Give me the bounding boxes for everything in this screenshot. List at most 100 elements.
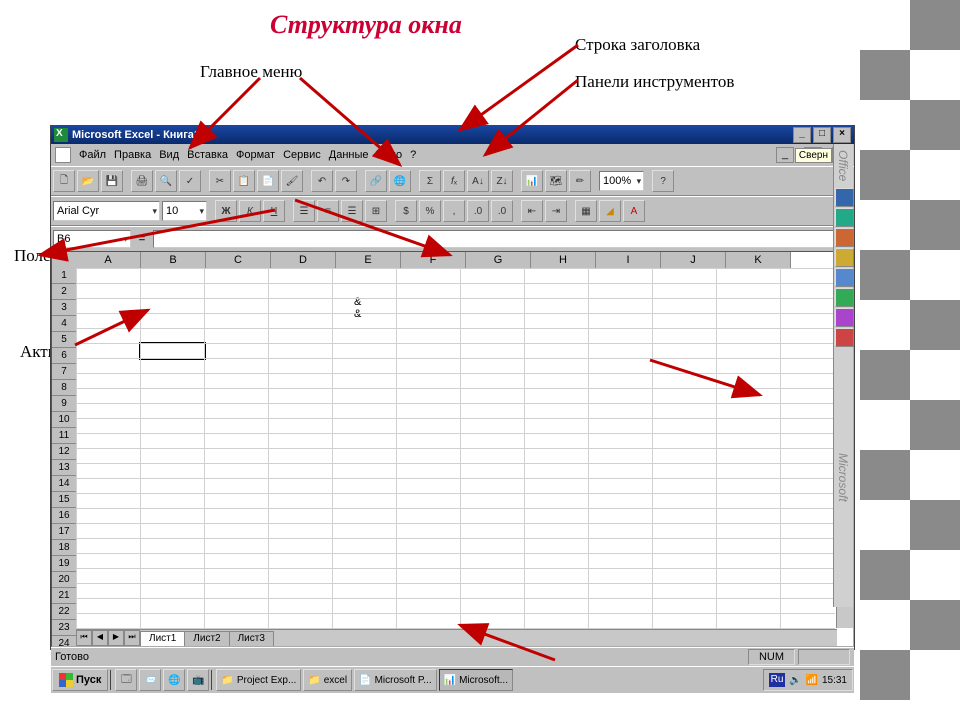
row-header[interactable]: 15	[52, 492, 77, 508]
row-header[interactable]: 5	[52, 332, 77, 348]
tab-next-icon[interactable]: ▶	[108, 630, 124, 646]
row-header[interactable]: 17	[52, 524, 77, 540]
chart-icon[interactable]: 📊	[521, 170, 543, 192]
decrease-indent-icon[interactable]: ⇤	[521, 200, 543, 222]
tray-clock[interactable]: 15:31	[822, 675, 847, 686]
name-box[interactable]: B6	[53, 230, 131, 248]
currency-icon[interactable]: $	[395, 200, 417, 222]
drawing-icon[interactable]: ✏	[569, 170, 591, 192]
tray-icon[interactable]: 🔊	[789, 675, 801, 686]
row-header[interactable]: 18	[52, 540, 77, 556]
sort-desc-icon[interactable]: Z↓	[491, 170, 513, 192]
row-header[interactable]: 24	[52, 636, 77, 647]
align-center-icon[interactable]: ≡	[317, 200, 339, 222]
quicklaunch-icon[interactable]: 🌐	[163, 669, 185, 691]
taskbar-item[interactable]: 📄Microsoft P...	[354, 669, 437, 691]
merge-icon[interactable]: ⊞	[365, 200, 387, 222]
row-header[interactable]: 13	[52, 460, 77, 476]
cut-icon[interactable]: ✂	[209, 170, 231, 192]
font-select[interactable]: Arial Cyr	[53, 201, 160, 221]
office-btn-icon[interactable]	[835, 328, 854, 347]
taskbar-item-active[interactable]: 📊Microsoft...	[439, 669, 513, 691]
column-header[interactable]: K	[726, 252, 791, 269]
menu-format[interactable]: Формат	[236, 149, 275, 161]
close-button[interactable]: ×	[833, 127, 851, 143]
map-icon[interactable]: 🗺	[545, 170, 567, 192]
column-header[interactable]: F	[401, 252, 466, 269]
comma-icon[interactable]: ,	[443, 200, 465, 222]
row-header[interactable]: 3	[52, 300, 77, 316]
office-btn-icon[interactable]	[835, 288, 854, 307]
web-icon[interactable]: 🌐	[389, 170, 411, 192]
column-header[interactable]: H	[531, 252, 596, 269]
row-header[interactable]: 23	[52, 620, 77, 636]
row-header[interactable]: 11	[52, 428, 77, 444]
quicklaunch-icon[interactable]: 📨	[139, 669, 161, 691]
office-btn-icon[interactable]	[835, 188, 854, 207]
undo-icon[interactable]: ↶	[311, 170, 333, 192]
open-icon[interactable]: 📂	[77, 170, 99, 192]
menu-window[interactable]: Окно	[377, 149, 403, 161]
tab-last-icon[interactable]: ⏭	[124, 630, 140, 646]
tab-prev-icon[interactable]: ◀	[92, 630, 108, 646]
tab-first-icon[interactable]: ⏮	[76, 630, 92, 646]
row-header[interactable]: 16	[52, 508, 77, 524]
row-header[interactable]: 22	[52, 604, 77, 620]
menu-data[interactable]: Данные	[329, 149, 369, 161]
sort-asc-icon[interactable]: A↓	[467, 170, 489, 192]
row-header[interactable]: 1	[52, 268, 77, 284]
column-header[interactable]: C	[206, 252, 271, 269]
sheet-tab-1[interactable]: Лист1	[140, 631, 185, 646]
column-header[interactable]: E	[336, 252, 401, 269]
percent-icon[interactable]: %	[419, 200, 441, 222]
row-header[interactable]: 21	[52, 588, 77, 604]
new-icon[interactable]: 🗋	[53, 170, 75, 192]
row-header[interactable]: 14	[52, 476, 77, 492]
help-icon[interactable]: ?	[652, 170, 674, 192]
paste-icon[interactable]: 📄	[257, 170, 279, 192]
autosum-icon[interactable]: Σ	[419, 170, 441, 192]
save-icon[interactable]: 💾	[101, 170, 123, 192]
office-btn-icon[interactable]	[835, 208, 854, 227]
column-header[interactable]: G	[466, 252, 531, 269]
quicklaunch-icon[interactable]: 🗔	[115, 669, 137, 691]
font-color-icon[interactable]: A	[623, 200, 645, 222]
print-icon[interactable]: 🖨	[131, 170, 153, 192]
format-painter-icon[interactable]: 🖌	[281, 170, 303, 192]
row-header[interactable]: 6	[52, 348, 77, 364]
taskbar-item[interactable]: 📁excel	[303, 669, 352, 691]
menu-tools[interactable]: Сервис	[283, 149, 321, 161]
function-icon[interactable]: fₓ	[443, 170, 465, 192]
redo-icon[interactable]: ↷	[335, 170, 357, 192]
cell-area[interactable]: &&	[76, 268, 835, 628]
row-header[interactable]: 10	[52, 412, 77, 428]
sheet-tab-3[interactable]: Лист3	[229, 631, 274, 646]
copy-icon[interactable]: 📋	[233, 170, 255, 192]
taskbar-item[interactable]: 📁Project Exp...	[216, 669, 301, 691]
font-size-select[interactable]: 10	[162, 201, 207, 221]
increase-indent-icon[interactable]: ⇥	[545, 200, 567, 222]
menu-edit[interactable]: Правка	[114, 149, 151, 161]
doc-minimize-button[interactable]: _	[776, 147, 794, 163]
row-header[interactable]: 12	[52, 444, 77, 460]
row-header[interactable]: 9	[52, 396, 77, 412]
menu-view[interactable]: Вид	[159, 149, 179, 161]
row-header[interactable]: 7	[52, 364, 77, 380]
maximize-button[interactable]: □	[813, 127, 831, 143]
preview-icon[interactable]: 🔍	[155, 170, 177, 192]
fx-icon[interactable]: =	[133, 231, 151, 247]
row-header[interactable]: 19	[52, 556, 77, 572]
select-all-corner[interactable]	[52, 252, 77, 269]
horizontal-scrollbar[interactable]: ⏮ ◀ ▶ ⏭ Лист1 Лист2 Лист3	[76, 629, 837, 646]
office-btn-icon[interactable]	[835, 308, 854, 327]
office-btn-icon[interactable]	[835, 248, 854, 267]
minimize-button[interactable]: _	[793, 127, 811, 143]
office-btn-icon[interactable]	[835, 268, 854, 287]
row-header[interactable]: 20	[52, 572, 77, 588]
column-header[interactable]: I	[596, 252, 661, 269]
increase-decimal-icon[interactable]: .0	[467, 200, 489, 222]
menu-insert[interactable]: Вставка	[187, 149, 228, 161]
quicklaunch-icon[interactable]: 📺	[187, 669, 209, 691]
start-button[interactable]: Пуск	[52, 669, 108, 691]
column-header[interactable]: A	[76, 252, 141, 269]
